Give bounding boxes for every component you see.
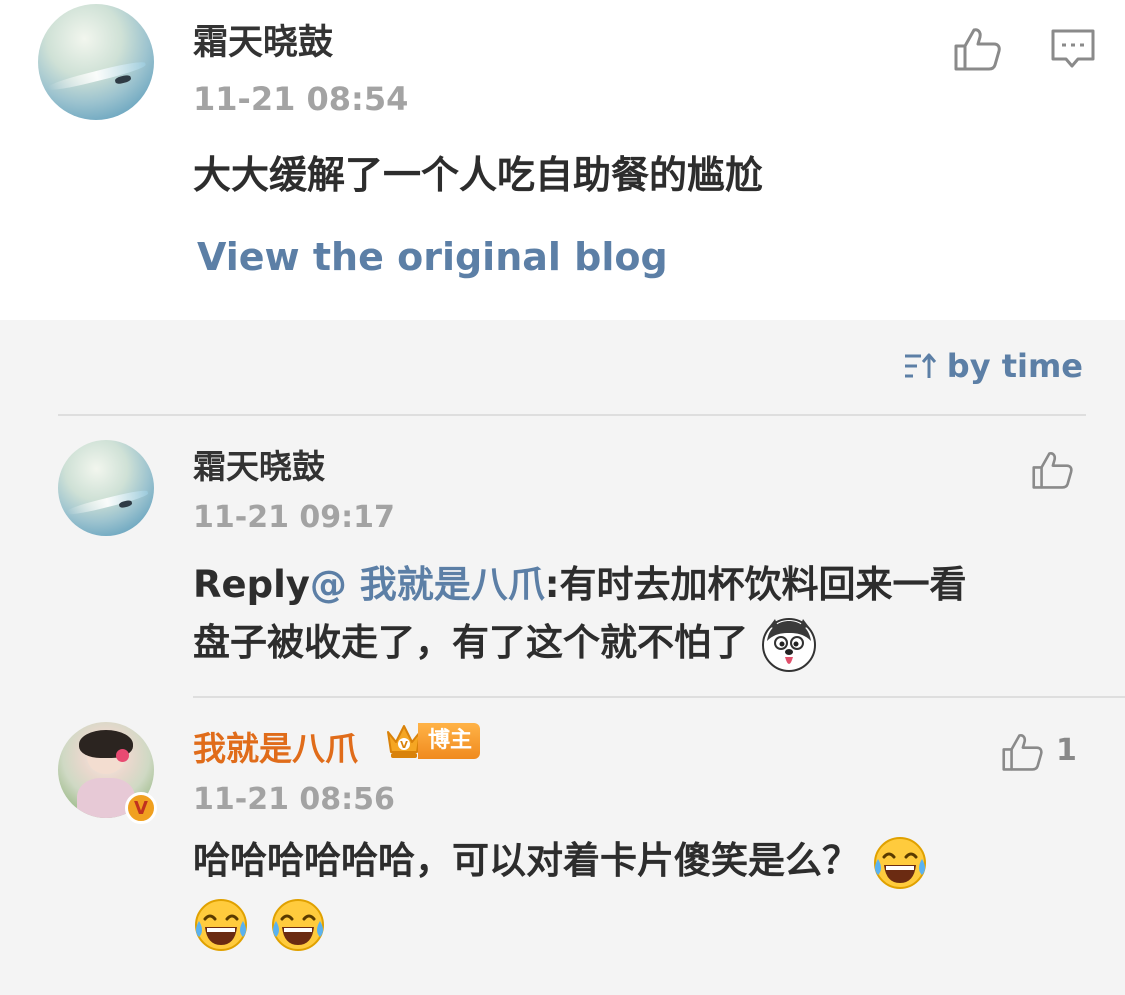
laugh-cry-emoji xyxy=(873,836,926,889)
sort-by-time-button[interactable]: by time xyxy=(903,347,1083,385)
verified-badge: V xyxy=(125,792,157,824)
reply-text: 哈哈哈哈哈哈，可以对着卡片傻笑是么？ xyxy=(193,830,1093,954)
reply-text-line2: 盘子被收走了，有了这个就不怕了 xyxy=(193,614,1073,673)
laugh-cry-emoji xyxy=(271,898,324,951)
like-icon[interactable] xyxy=(1000,732,1044,772)
reply-text-line2-content: 盘子被收走了，有了这个就不怕了 xyxy=(193,621,748,664)
comment-time: 11-21 08:54 xyxy=(193,80,409,118)
reply-text: Reply@ 我就是八爪:有时去加杯饮料回来一看 盘子被收走了，有了这个就不怕了 xyxy=(193,556,1073,673)
reply-name[interactable]: 霜天晓鼓 xyxy=(193,440,325,488)
reply-text-line1-content: 哈哈哈哈哈哈，可以对着卡片傻笑是么？ xyxy=(193,839,859,882)
divider xyxy=(193,696,1125,698)
like-icon[interactable] xyxy=(1030,450,1074,490)
avatar[interactable] xyxy=(58,440,154,536)
original-comment: 霜天晓鼓 11-21 08:54 大大缓解了一个人吃自助餐的尴尬 View th… xyxy=(0,0,1125,320)
reply-text-line2 xyxy=(193,892,1093,954)
sort-icon xyxy=(904,353,936,378)
commenter-name[interactable]: 霜天晓鼓 xyxy=(193,14,333,65)
reply-name[interactable]: 我就是八爪 xyxy=(193,722,358,770)
laugh-cry-emoji xyxy=(195,898,247,951)
svg-text:V: V xyxy=(400,740,408,751)
reply-text-rest: :有时去加杯饮料回来一看 xyxy=(544,563,967,606)
divider xyxy=(58,414,1086,416)
sort-label: by time xyxy=(946,347,1083,385)
mention-link[interactable]: @ 我就是八爪 xyxy=(310,563,545,606)
comment-icon[interactable] xyxy=(1050,28,1096,72)
reply-time: 11-21 08:56 xyxy=(193,782,395,817)
like-count: 1 xyxy=(1056,733,1077,768)
view-original-blog-link[interactable]: View the original blog xyxy=(197,235,668,279)
avatar[interactable] xyxy=(38,4,154,120)
blogger-badge-label: 博主 xyxy=(418,723,481,759)
like-icon[interactable] xyxy=(952,26,1002,72)
blogger-badge: V 博主 xyxy=(384,720,481,762)
husky-emoji xyxy=(761,617,816,672)
comment-text: 大大缓解了一个人吃自助餐的尴尬 xyxy=(193,153,764,197)
reply-text-line1: 哈哈哈哈哈哈，可以对着卡片傻笑是么？ xyxy=(193,830,1093,892)
reply-time: 11-21 09:17 xyxy=(193,500,395,535)
reply-prefix: Reply xyxy=(193,563,310,606)
reply-text-line1: Reply@ 我就是八爪:有时去加杯饮料回来一看 xyxy=(193,556,1073,614)
